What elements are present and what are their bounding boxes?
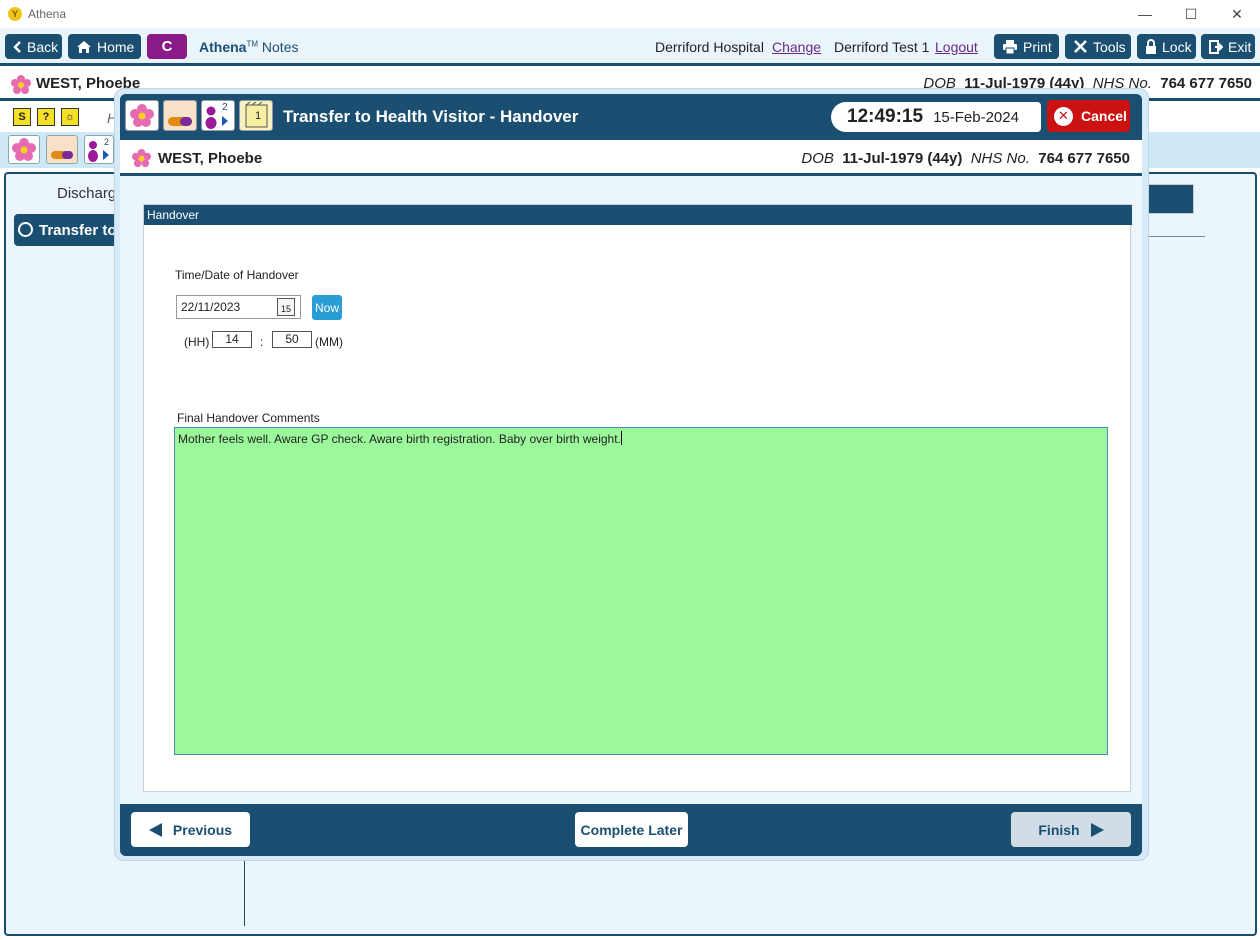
exit-button[interactable]: Exit — [1201, 34, 1255, 59]
window-title: Athena — [28, 7, 67, 21]
dialog-patient-name: WEST, Phoebe — [158, 150, 263, 167]
final-handover-comments-textarea[interactable]: Mother feels well. Aware GP check. Aware… — [174, 427, 1108, 755]
comments-text: Mother feels well. Aware GP check. Aware… — [178, 432, 621, 446]
help-icon[interactable]: ? — [37, 108, 55, 126]
logout-link[interactable]: Logout — [935, 39, 978, 55]
settings-icon[interactable]: ☼ — [61, 108, 79, 126]
tools-icon — [1074, 40, 1087, 53]
exit-label: Exit — [1228, 38, 1252, 55]
cancel-label: Cancel — [1081, 108, 1127, 124]
step-circle-icon — [18, 222, 33, 237]
dialog-clock: 12:49:15 15-Feb-2024 — [831, 102, 1041, 132]
flower-icon — [11, 75, 31, 94]
main-toolbar: Back Home C AthenaTM Notes Derriford Hos… — [0, 28, 1260, 66]
dialog-footer: Previous Complete Later Finish — [120, 804, 1142, 856]
clock-date: 15-Feb-2024 — [933, 108, 1019, 126]
tools-label: Tools — [1093, 38, 1126, 55]
dialog-notes-icon[interactable]: 1 — [239, 100, 273, 131]
dialog-patient-banner: WEST, Phoebe DOB 11-Jul-1979 (44y) NHS N… — [120, 140, 1142, 176]
dialog-flower-icon[interactable] — [125, 100, 159, 131]
dialog-nhs-value: 764 677 7650 — [1038, 150, 1130, 167]
baby-counter: 2 — [104, 137, 110, 147]
maximize-icon[interactable]: ☐ — [1168, 0, 1214, 28]
trademark: TM — [246, 39, 259, 49]
flower-tile-icon[interactable] — [8, 135, 40, 164]
lock-button[interactable]: Lock — [1137, 34, 1196, 59]
home-button[interactable]: Home — [68, 34, 141, 59]
brand-name: Athena — [199, 39, 247, 55]
dialog-medication-icon[interactable] — [163, 100, 197, 131]
athena-notes-title: AthenaTM Notes — [199, 39, 298, 55]
lock-icon — [1146, 39, 1156, 54]
dialog-nhs-label: NHS No. — [970, 150, 1030, 167]
finish-button[interactable]: Finish — [1011, 812, 1131, 847]
handover-date-value: 22/11/2023 — [181, 300, 241, 314]
finish-label: Finish — [1038, 821, 1080, 838]
comments-label: Final Handover Comments — [177, 411, 320, 425]
baby-tile-icon[interactable]: 2 — [84, 135, 114, 164]
text-caret — [620, 431, 622, 445]
nhs-value: 764 677 7650 — [1160, 75, 1252, 92]
athena-logo-icon: Y — [8, 7, 22, 21]
previous-label: Previous — [172, 821, 233, 838]
dialog-title: Transfer to Health Visitor - Handover — [283, 107, 579, 126]
dialog-header: 2 1 Transfer to Health Visitor - Handove… — [120, 94, 1142, 140]
exit-door-icon — [1209, 39, 1223, 54]
print-label: Print — [1023, 38, 1052, 55]
minimize-icon[interactable]: — — [1122, 0, 1168, 28]
notes-label: Notes — [261, 39, 299, 55]
dialog-baby-counter: 2 — [222, 102, 228, 113]
handover-date-field[interactable]: 22/11/2023 15 — [176, 295, 301, 319]
previous-button[interactable]: Previous — [131, 812, 250, 847]
dialog-patient-demographics: DOB 11-Jul-1979 (44y) NHS No. 764 677 76… — [801, 150, 1130, 167]
hour-input[interactable]: 14 — [212, 331, 252, 348]
handover-section-header: Handover — [144, 205, 1132, 225]
lock-label: Lock — [1162, 38, 1192, 55]
dialog-body: Handover Time/Date of Handover 22/11/202… — [120, 176, 1142, 804]
change-hospital-link[interactable]: Change — [772, 39, 821, 55]
mm-label: (MM) — [315, 335, 343, 349]
user-name: Derriford Test 1 — [834, 39, 930, 55]
complete-later-button[interactable]: Complete Later — [575, 812, 688, 847]
handover-panel: Handover Time/Date of Handover 22/11/202… — [143, 204, 1132, 792]
tools-button[interactable]: Tools — [1065, 34, 1131, 59]
background-discharge-label: Discharg — [57, 185, 117, 202]
calendar-icon[interactable]: 15 — [277, 298, 295, 316]
chevron-left-icon — [13, 40, 21, 53]
back-label: Back — [27, 38, 59, 55]
hospital-name: Derriford Hospital — [655, 39, 764, 55]
now-button[interactable]: Now — [312, 295, 342, 320]
home-label: Home — [97, 38, 135, 55]
handover-dialog: 2 1 Transfer to Health Visitor - Handove… — [120, 94, 1142, 856]
clock-time: 12:49:15 — [847, 106, 924, 127]
arrow-left-icon — [148, 822, 162, 837]
alert-s-icon[interactable]: S — [13, 108, 31, 126]
window-controls: — ☐ ✕ — [1122, 0, 1260, 28]
print-button[interactable]: Print — [994, 34, 1059, 59]
dialog-notes-count: 1 — [255, 110, 262, 122]
background-vertical-line — [244, 856, 245, 926]
hh-label: (HH) — [184, 335, 210, 349]
cancel-button[interactable]: ✕ Cancel — [1047, 100, 1130, 132]
c-button[interactable]: C — [147, 34, 187, 59]
cancel-x-icon: ✕ — [1054, 106, 1073, 126]
printer-icon — [1003, 39, 1017, 54]
dialog-baby-icon[interactable]: 2 — [201, 100, 235, 131]
home-icon — [77, 40, 91, 53]
minute-input[interactable]: 50 — [272, 331, 312, 348]
dialog-patient-flower-icon — [131, 148, 152, 168]
window-titlebar: Y Athena — ☐ ✕ — [0, 0, 1260, 28]
dialog-dob-value: 11-Jul-1979 (44y) — [842, 150, 963, 167]
background-step-label: Transfer to — [39, 221, 117, 239]
back-button[interactable]: Back — [5, 34, 62, 59]
time-date-label: Time/Date of Handover — [175, 268, 299, 282]
close-icon[interactable]: ✕ — [1214, 0, 1260, 28]
time-colon: : — [260, 335, 264, 349]
medication-tile-icon[interactable] — [46, 135, 78, 164]
dialog-dob-label: DOB — [801, 150, 834, 167]
arrow-right-icon — [1090, 822, 1104, 837]
